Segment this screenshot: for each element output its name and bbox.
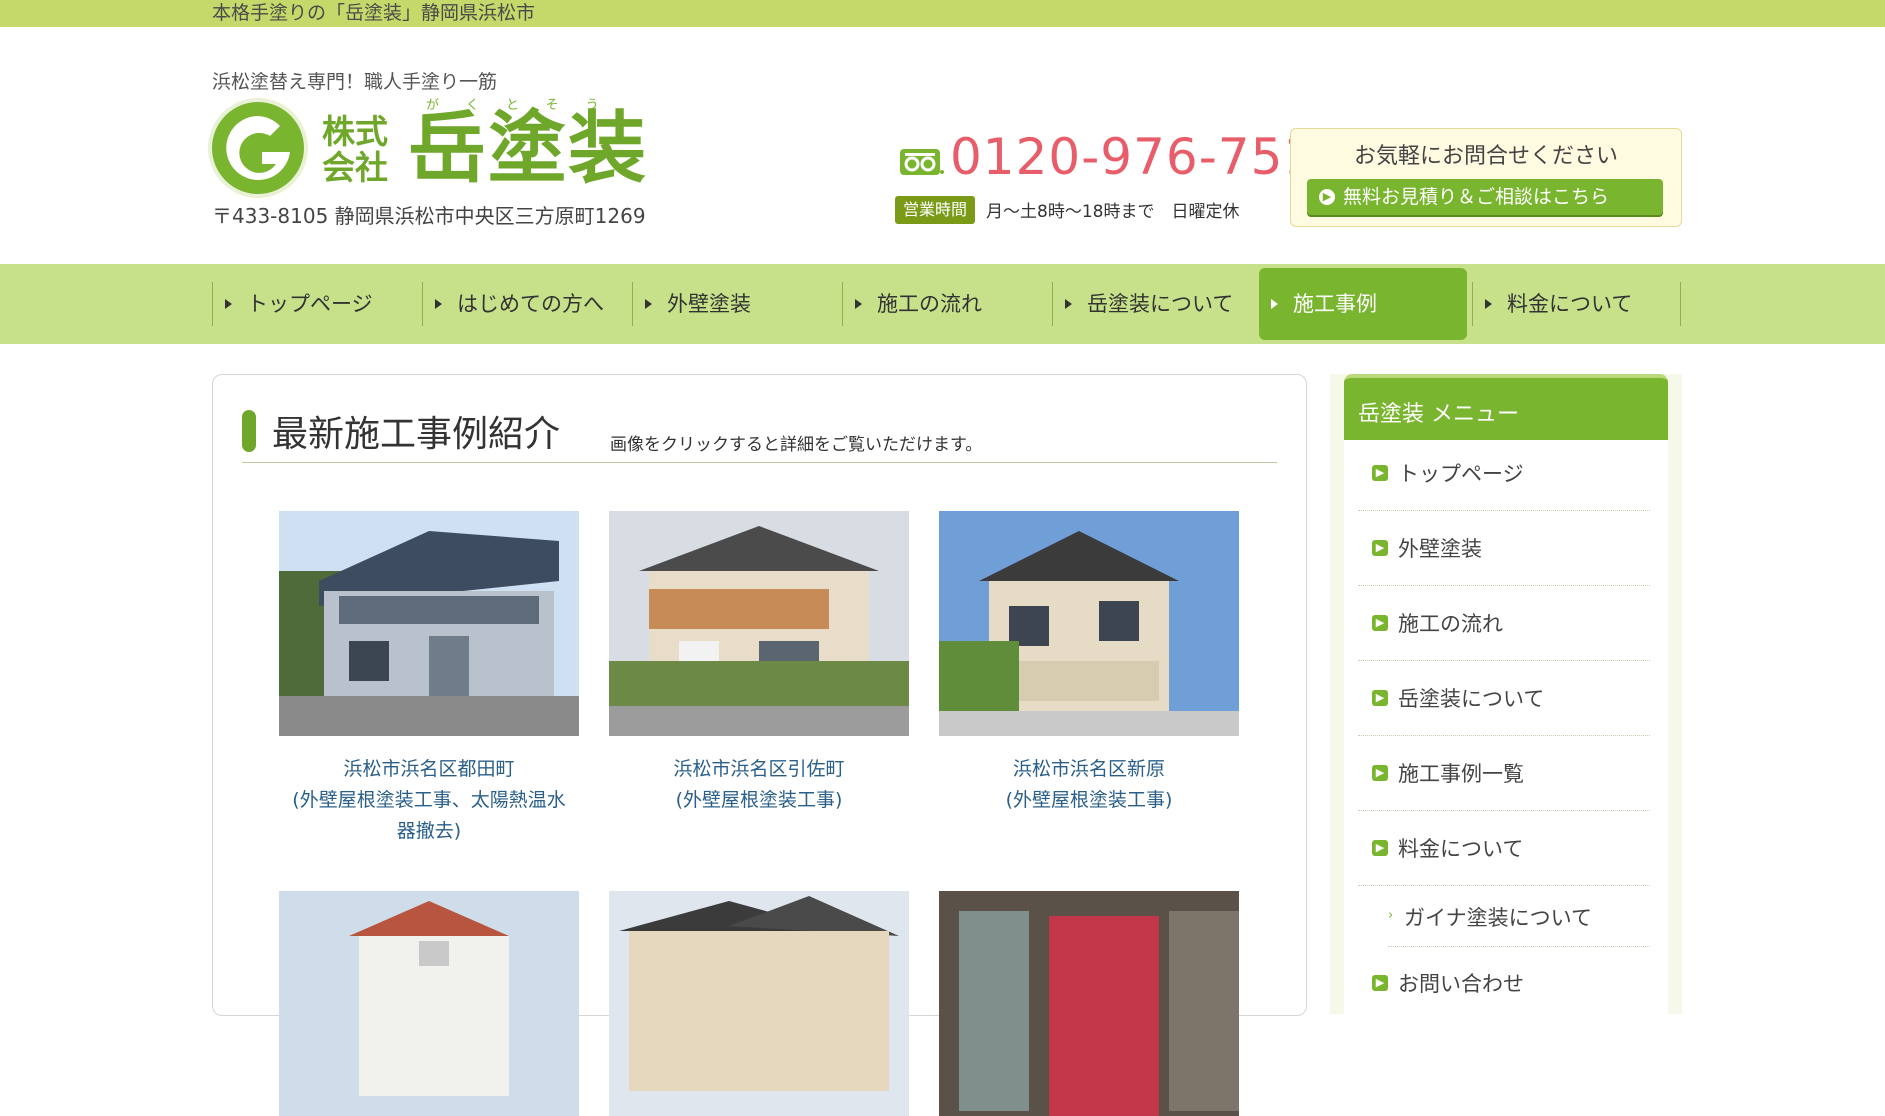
site-logo[interactable]: 株式会社 がくとそう 岳塗装 [212,98,652,196]
case-caption-line: (外壁屋根塗装工事) [1005,789,1173,811]
sidebar-item-flow[interactable]: ▶ 施工の流れ [1358,586,1650,661]
case-photo[interactable] [279,891,579,1116]
sidebar-item-label: お問い合わせ [1398,972,1524,996]
triangle-right-icon [1485,299,1492,309]
freedial-icon [899,148,945,176]
sidebar-item-cases[interactable]: ▶ 施工事例一覧 [1358,736,1650,811]
nav-pricing[interactable]: 料金について [1472,282,1681,326]
nav-label: トップページ [247,292,373,316]
logo-mark-icon [212,102,304,194]
section-title-bar [242,410,256,452]
section-title: 最新施工事例紹介 [272,414,561,455]
nav-flow[interactable]: 施工の流れ [842,282,1051,326]
case-photo[interactable] [939,891,1239,1116]
nav-label: はじめての方へ [457,292,604,316]
section-divider [242,462,1277,463]
contact-button[interactable]: ▶ 無料お見積り＆ご相談はこちら [1307,179,1663,215]
sidebar-item-pricing[interactable]: ▶ 料金について [1358,811,1650,886]
case-photo[interactable] [279,511,579,736]
triangle-right-icon [645,299,652,309]
nav-about[interactable]: 岳塗装について [1052,282,1261,326]
nav-top[interactable]: トップページ [212,282,421,326]
triangle-right-icon [1271,299,1278,309]
company-address: 〒433-8105 静岡県浜松市中央区三方原町1269 [212,204,646,228]
arrow-right-icon: ▶ [1372,465,1388,481]
sidebar-subitem-label: ガイナ塗装について [1404,906,1592,930]
sidebar-item-label: 施工の流れ [1398,612,1503,636]
sidebar-item-contact[interactable]: ▶ お問い合わせ [1358,946,1650,1020]
arrow-right-icon: ▶ [1372,615,1388,631]
case-caption-line: 浜松市浜名区新原 [1012,758,1165,780]
top-banner-text: 本格手塗りの「岳塗装」静岡県浜松市 [212,2,536,24]
arrow-right-icon: ▶ [1372,540,1388,556]
case-photo[interactable] [609,891,909,1116]
nav-label: 施工の流れ [877,292,982,316]
case-caption[interactable]: 浜松市浜名区引佐町 (外壁屋根塗装工事) [599,754,919,816]
sidebar-item-label: 料金について [1398,837,1524,861]
nav-cases[interactable]: 施工事例 [1259,268,1467,340]
sidebar-heading-text: 岳塗装 メニュー [1358,402,1519,427]
triangle-right-icon [855,299,862,309]
case-caption-line: 浜松市浜名区都田町 [343,758,515,780]
sidebar-item-label: 外壁塗装 [1398,537,1482,561]
arrow-right-icon: ▶ [1372,690,1388,706]
logo-name: 岳塗装 [408,104,649,194]
sidebar-heading: 岳塗装 メニュー [1344,374,1668,440]
case-caption[interactable]: 浜松市浜名区都田町 (外壁屋根塗装工事、太陽熱温水 器撤去) [269,754,589,847]
case-photo[interactable] [609,511,909,736]
nav-beginners[interactable]: はじめての方へ [422,282,631,326]
nav-divider [1680,282,1681,326]
sidebar-item-label: 岳塗装について [1398,687,1545,711]
case-caption-line: 器撤去) [396,820,462,842]
contact-title: お気軽にお問合せください [1353,144,1618,169]
contact-box: お気軽にお問合せください ▶ 無料お見積り＆ご相談はこちら [1290,128,1682,227]
triangle-right-icon [435,299,442,309]
chevron-right-icon: › [1388,908,1394,923]
nav-label: 外壁塗装 [667,292,751,316]
business-hours: 月～土8時～18時まで 日曜定休 [986,202,1240,222]
sidebar-item-label: トップページ [1398,462,1524,486]
case-caption-line: (外壁屋根塗装工事) [675,789,843,811]
case-caption[interactable]: 浜松市浜名区新原 (外壁屋根塗装工事) [929,754,1249,816]
arrow-right-icon: ▶ [1372,765,1388,781]
sidebar-item-about[interactable]: ▶ 岳塗装について [1358,661,1650,736]
arrow-right-icon: ▶ [1319,189,1335,205]
nav-label: 施工事例 [1293,292,1377,316]
sidebar-item-exterior[interactable]: ▶ 外壁塗装 [1358,511,1650,586]
nav-label: 料金について [1507,292,1633,316]
contact-button-label: 無料お見積り＆ご相談はこちら [1343,186,1610,208]
logo-kabushiki: 株式会社 [322,112,388,187]
arrow-right-icon: ▶ [1372,840,1388,856]
case-caption-line: 浜松市浜名区引佐町 [673,758,845,780]
sidebar-item-label: 施工事例一覧 [1398,762,1524,786]
sidebar-subitem-gaina[interactable]: › ガイナ塗装について [1388,886,1650,947]
sidebar-item-top[interactable]: ▶ トップページ [1358,436,1650,511]
phone-number[interactable]: 0120-976-751 [950,128,1316,186]
case-caption-line: (外壁屋根塗装工事、太陽熱温水 [292,789,566,811]
case-photo[interactable] [939,511,1239,736]
nav-label: 岳塗装について [1087,292,1234,316]
site-tagline: 浜松塗替え専門！職人手塗り一筋 [212,71,498,93]
arrow-right-icon: ▶ [1372,975,1388,991]
section-note: 画像をクリックすると詳細をご覧いただけます。 [610,435,983,455]
top-banner: 本格手塗りの「岳塗装」静岡県浜松市 [0,0,1885,27]
nav-exterior[interactable]: 外壁塗装 [632,282,841,326]
hours-badge: 営業時間 [895,196,975,224]
triangle-right-icon [225,299,232,309]
triangle-right-icon [1065,299,1072,309]
